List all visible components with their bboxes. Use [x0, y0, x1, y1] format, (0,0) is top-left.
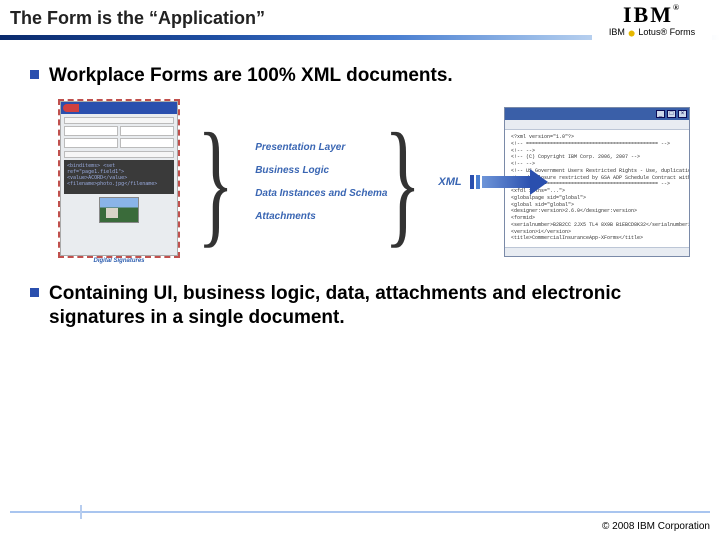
curly-brace-icon: } — [197, 123, 234, 242]
ibm-text: IBM — [623, 2, 673, 27]
layer-labels: Presentation Layer Business Logic Data I… — [255, 136, 365, 228]
layer-attachments: Attachments — [255, 205, 365, 228]
maximize-icon: □ — [667, 110, 676, 118]
xml-line: <serialnumber>B2B2CC 2JX5 TL4 8X9B B1EBC… — [511, 222, 683, 229]
curly-brace-icon: } — [384, 123, 421, 242]
window-titlebar: _ □ × — [505, 108, 689, 120]
arrow-tail-bar — [470, 175, 474, 189]
minimize-icon: _ — [656, 110, 665, 118]
slide-footer: © 2008 IBM Corporation — [0, 505, 720, 540]
digital-signatures-label: Digital Signatures — [60, 258, 178, 264]
layer-business-logic: Business Logic — [255, 159, 365, 182]
bullet-square-icon — [30, 70, 39, 79]
arrow-shaft — [482, 176, 532, 188]
slide-body: Workplace Forms are 100% XML documents. — [0, 40, 720, 331]
close-icon: × — [678, 110, 687, 118]
xml-line: <version>1</version> — [511, 229, 683, 236]
xml-line: <!-- (C) Copyright IBM Corp. 2006, 2007 … — [511, 154, 683, 161]
bullet-square-icon — [30, 288, 39, 297]
arrow-icon — [470, 169, 496, 195]
registered-icon: ® — [673, 3, 681, 12]
form-row — [64, 151, 174, 158]
xml-line: <global sid="global"> — [511, 202, 683, 209]
brand-logo: IBM® IBM ● Lotus® Forms — [592, 4, 712, 48]
window-statusbar — [505, 247, 689, 256]
diagram: <binditems> <set ref="page1.field1"> <va… — [30, 101, 690, 264]
form-row — [64, 117, 174, 124]
footer-tick-icon — [80, 505, 82, 519]
xml-line: <designer:version>2.6.0</designer:versio… — [511, 208, 683, 215]
brand-small: IBM — [609, 27, 625, 37]
xml-line: <!-- ===================================… — [511, 141, 683, 148]
copyright-text: © 2008 IBM Corporation — [10, 521, 710, 532]
xml-line: <globalpage sid="global"> — [511, 195, 683, 202]
xml-line: <?xml version="1.0"?> — [511, 134, 683, 141]
acord-logo-icon — [63, 104, 79, 112]
xml-line: <!-- --> — [511, 161, 683, 168]
form-header-bar — [61, 102, 177, 114]
arrow-tail-bar — [476, 175, 480, 189]
ibm-wordmark: IBM® — [592, 4, 712, 26]
xml-line: <!-- --> — [511, 148, 683, 155]
product-text: Lotus® Forms — [638, 27, 695, 37]
arrow-head — [530, 169, 548, 195]
window-toolbar — [505, 120, 689, 130]
xml-line: <formid> — [511, 215, 683, 222]
form-code-block: <binditems> <set ref="page1.field1"> <va… — [64, 160, 174, 194]
xml-line: <title>CommercialInsuranceApp-XForms</ti… — [511, 235, 683, 242]
form-fields: <binditems> <set ref="page1.field1"> <va… — [61, 114, 177, 226]
form-cell — [120, 126, 174, 136]
form-cell — [64, 138, 118, 148]
bullet-2-text: Containing UI, business logic, data, att… — [49, 282, 690, 331]
bullet-1-text: Workplace Forms are 100% XML documents. — [49, 64, 453, 89]
bullet-2: Containing UI, business logic, data, att… — [30, 282, 690, 331]
lotus-dot-icon: ● — [627, 25, 635, 41]
bullet-1: Workplace Forms are 100% XML documents. — [30, 64, 690, 89]
form-cell — [120, 138, 174, 148]
product-name: IBM ● Lotus® Forms — [592, 27, 712, 37]
form-cell — [64, 126, 118, 136]
xml-label: XML — [438, 176, 461, 188]
form-grid — [64, 126, 174, 148]
footer-rule — [10, 511, 710, 513]
form-thumbnail-body: <binditems> <set ref="page1.field1"> <va… — [60, 101, 178, 256]
form-thumbnail: <binditems> <set ref="page1.field1"> <va… — [60, 101, 178, 264]
layer-data: Data Instances and Schema — [255, 182, 365, 205]
form-attachment-photo — [99, 197, 139, 223]
layer-presentation: Presentation Layer — [255, 136, 365, 159]
